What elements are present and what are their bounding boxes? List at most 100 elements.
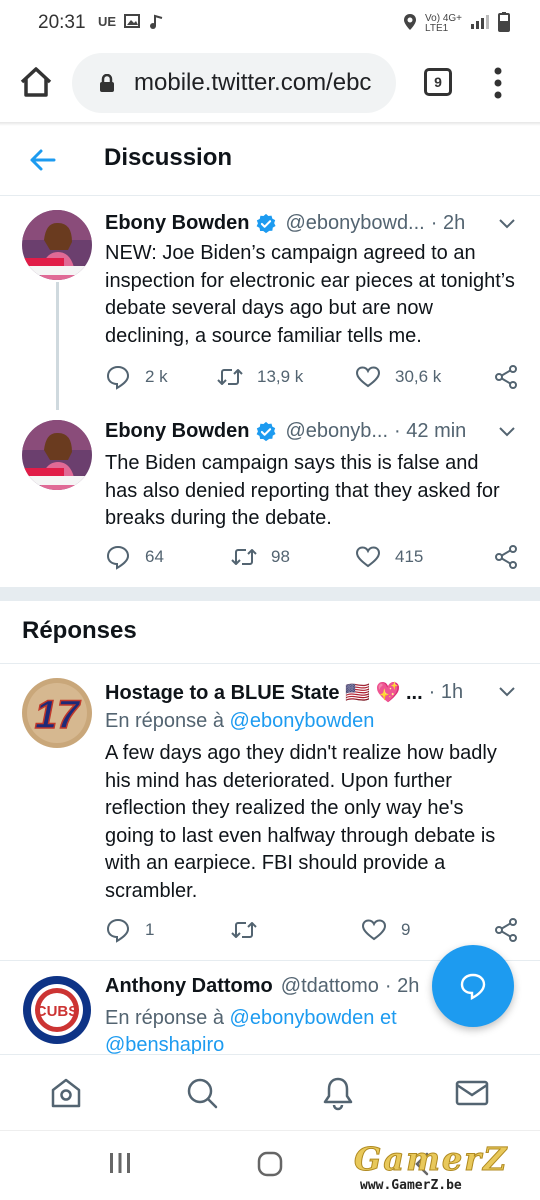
mention-link[interactable]: @ebonybowden [230, 1007, 375, 1029]
share-icon [495, 365, 517, 389]
tweet-time[interactable]: · 2h [385, 975, 419, 998]
reply-context: En réponse à @ebonybowden et [105, 1007, 397, 1030]
author-handle[interactable]: @tdattomo [281, 975, 379, 998]
like-count: 9 [401, 920, 411, 939]
avatar-image: CUBS [23, 976, 91, 1044]
nav-messages[interactable] [454, 1075, 490, 1111]
avatar-image: 17 [22, 678, 92, 748]
avatar[interactable]: 17 [22, 678, 92, 748]
network-label: Vo) 4G+ LTE1 [425, 12, 462, 34]
tweet-text: A few days ago they didn't realize how b… [105, 742, 497, 902]
recents-icon [110, 1153, 130, 1173]
tweet-header: Ebony Bowden @ebonybowd... · 2h [105, 212, 494, 235]
twitter-header: Discussion [0, 126, 540, 196]
status-left-icons: UE [98, 14, 164, 33]
tweet-header: Hostage to a BLUE State 🇺🇸 💖 ... · 1h [105, 680, 494, 705]
status-bar: 20:31 UE Vo) 4G+ LTE1 [0, 0, 540, 48]
avatar[interactable] [22, 420, 92, 490]
tweet-time[interactable]: · 1h [429, 681, 463, 704]
tweet-time[interactable]: · 42 min [394, 420, 466, 443]
back-button[interactable] [28, 146, 56, 174]
address-bar[interactable]: mobile.twitter.com/ebc [72, 53, 396, 113]
home-button[interactable] [16, 62, 56, 102]
tweet-time[interactable]: · 2h [431, 212, 465, 235]
watermark-logo: GamerZ [354, 1140, 509, 1179]
avatar-image [22, 420, 92, 490]
verified-badge-icon [257, 213, 276, 233]
author-name[interactable]: Anthony Dattomo [105, 975, 273, 998]
bottom-navigation [0, 1054, 540, 1130]
nav-notifications[interactable] [320, 1075, 356, 1111]
reply-icon [106, 545, 130, 570]
share-button[interactable] [493, 364, 519, 390]
chevron-down-icon[interactable] [498, 426, 516, 438]
share-button[interactable] [493, 544, 519, 570]
overflow-menu-button[interactable] [487, 66, 509, 100]
system-home-button[interactable] [257, 1151, 283, 1182]
reply-button[interactable]: 2 k [105, 364, 168, 390]
avatar[interactable]: CUBS [22, 975, 92, 1045]
page-title: Discussion [104, 144, 233, 171]
search-icon [187, 1078, 218, 1109]
tweet[interactable]: Ebony Bowden @ebonybowd... · 2h NEW: Joe… [0, 196, 540, 408]
reply-button[interactable]: 64 [105, 544, 164, 570]
like-button[interactable]: 30,6 k [355, 364, 441, 390]
reply-conjunction: et [379, 1007, 397, 1029]
nav-home[interactable] [48, 1075, 84, 1111]
reply-icon [106, 918, 130, 943]
reply-button[interactable]: 1 [105, 917, 154, 943]
nav-explore[interactable] [184, 1075, 220, 1111]
like-button[interactable]: 9 [361, 917, 410, 943]
tab-switcher-button[interactable]: 9 [424, 68, 452, 96]
reply-prefix: En réponse à [105, 710, 224, 732]
avatar[interactable] [22, 210, 92, 280]
reply-tweet[interactable]: 17 Hostage to a BLUE State 🇺🇸 💖 ... · 1h… [0, 664, 540, 960]
reply-count: 1 [145, 920, 155, 939]
author-handle[interactable]: @ebonyb... [285, 420, 388, 443]
chevron-down-icon[interactable] [498, 218, 516, 230]
reply-count: 64 [145, 547, 164, 566]
retweet-count: 13,9 k [257, 367, 304, 386]
retweet-button[interactable]: 98 [231, 544, 290, 570]
tweet-actions: 1 9 [105, 917, 525, 947]
reply-context: En réponse à @ebonybowden [105, 710, 374, 733]
tweet-actions: 64 98 415 [105, 544, 525, 574]
thread-connector-line [56, 282, 59, 410]
mention-link[interactable]: @benshapiro [105, 1034, 224, 1054]
tweet-header: Ebony Bowden @ebonyb... · 42 min [105, 420, 494, 443]
compose-reply-button[interactable] [432, 945, 514, 1027]
heart-icon [355, 366, 381, 388]
mention-link[interactable]: @ebonybowden [230, 710, 375, 732]
tweet[interactable]: Ebony Bowden @ebonyb... · 42 min The Bid… [0, 410, 540, 587]
author-name[interactable]: Hostage to a BLUE State 🇺🇸 💖 ... [105, 680, 423, 705]
heart-icon [355, 546, 381, 568]
music-icon [148, 14, 164, 33]
share-icon [495, 918, 517, 942]
watermark: GamerZ www.GamerZ.be [350, 1140, 530, 1198]
more-vert-icon [494, 67, 502, 99]
home-icon [20, 67, 52, 97]
verified-badge-icon [257, 421, 276, 441]
url-text: mobile.twitter.com/ebc [134, 69, 372, 96]
mail-icon [455, 1080, 489, 1106]
author-name[interactable]: Ebony Bowden [105, 420, 249, 443]
image-icon [124, 14, 141, 33]
author-handle[interactable]: @ebonybowd... [285, 212, 424, 235]
retweet-button[interactable] [231, 917, 271, 943]
share-button[interactable] [493, 917, 519, 943]
retweet-button[interactable]: 13,9 k [217, 364, 303, 390]
retweet-icon [231, 922, 257, 938]
chevron-down-icon[interactable] [498, 686, 516, 698]
recents-button[interactable] [108, 1151, 132, 1180]
like-button[interactable]: 415 [355, 544, 423, 570]
back-arrow-icon [30, 149, 56, 171]
status-time: 20:31 [38, 12, 86, 33]
like-count: 30,6 k [395, 367, 442, 386]
battery-icon [498, 12, 510, 35]
watermark-url: www.GamerZ.be [360, 1178, 462, 1193]
author-name[interactable]: Ebony Bowden [105, 212, 249, 235]
tweet-actions: 2 k 13,9 k 30,6 k [105, 364, 525, 394]
reply-context-line-2: @benshapiro [105, 1034, 224, 1054]
browser-toolbar: mobile.twitter.com/ebc 9 [0, 48, 540, 122]
ue-label: UE [98, 14, 117, 29]
